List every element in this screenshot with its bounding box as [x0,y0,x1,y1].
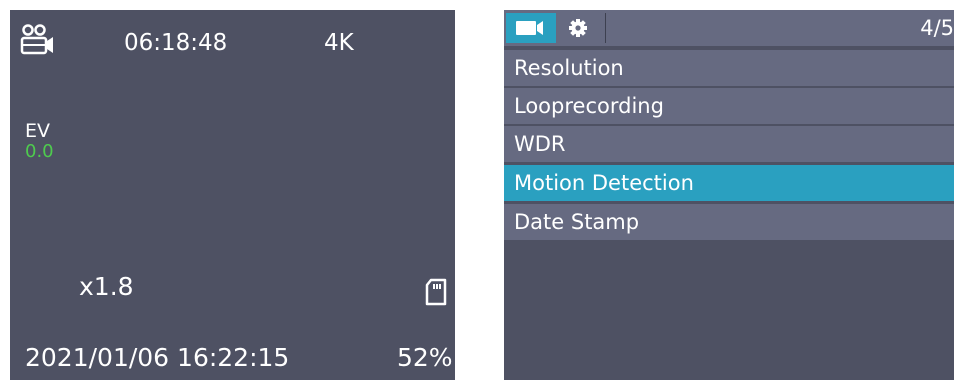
record-time: 06:18:48 [124,30,228,56]
ev-value: 0.0 [25,141,54,162]
battery-level: 52% [397,343,453,372]
zoom-level: x1.8 [79,272,134,301]
menu-item-wdr[interactable]: WDR [504,126,954,162]
tab-video[interactable] [506,13,556,43]
menu-item-resolution[interactable]: Resolution [504,50,954,86]
resolution-badge: 4K [324,30,354,56]
ev-label: EV [25,120,51,142]
menu-item-date-stamp[interactable]: Date Stamp [504,204,954,240]
sd-card-icon [425,278,447,306]
viewfinder-panel: 06:18:48 4K EV 0.0 x1.8 2021/01/06 16:22… [10,10,455,380]
tab-settings[interactable] [558,13,606,43]
menu-item-looprecording[interactable]: Looprecording [504,88,954,124]
settings-gear-icon [569,19,587,37]
datetime-stamp: 2021/01/06 16:22:15 [25,343,290,372]
video-tab-icon [516,21,543,35]
menu-item-motion-detection[interactable]: Motion Detection [504,165,954,201]
page-indicator: 4/5 [920,16,954,40]
menu-header: 4/5 [504,10,954,46]
video-camera-icon [20,24,53,55]
settings-menu-panel: 4/5 Resolution Looprecording WDR Motion … [504,10,954,380]
